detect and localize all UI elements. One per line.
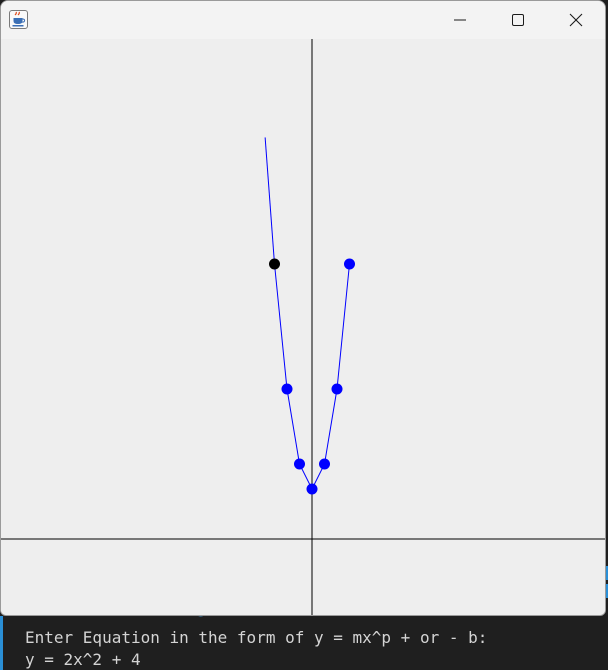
data-point [306,483,318,495]
data-point [331,383,343,395]
data-point [281,383,293,395]
java-coffee-cup-icon[interactable] [9,10,28,29]
terminal-prompt-line: Enter Equation in the form of y = mx^p +… [25,628,488,647]
data-point [294,458,305,470]
terminal-focus-bar [0,616,3,670]
graph-window[interactable] [0,0,606,616]
window-titlebar[interactable] [1,1,605,39]
maximize-icon [512,14,524,26]
curve-segment [264,137,275,265]
graph-canvas[interactable] [1,39,605,615]
highlighted-data-point [269,258,280,270]
curve-segment [274,263,288,390]
background-terminal[interactable]: insertionSorting Enter Equation in the f… [0,606,608,670]
minimize-button[interactable] [431,1,489,39]
data-point [319,458,330,470]
curve-segment [336,263,350,390]
close-button[interactable] [547,1,605,39]
curve-segment [324,388,338,465]
data-point [344,258,355,270]
graph-plot [1,39,605,615]
minimize-icon [454,19,466,21]
curve-segment [286,388,300,465]
terminal-input-line: y = 2x^2 + 4 [25,650,141,669]
close-icon [569,13,583,27]
maximize-button[interactable] [489,1,547,39]
